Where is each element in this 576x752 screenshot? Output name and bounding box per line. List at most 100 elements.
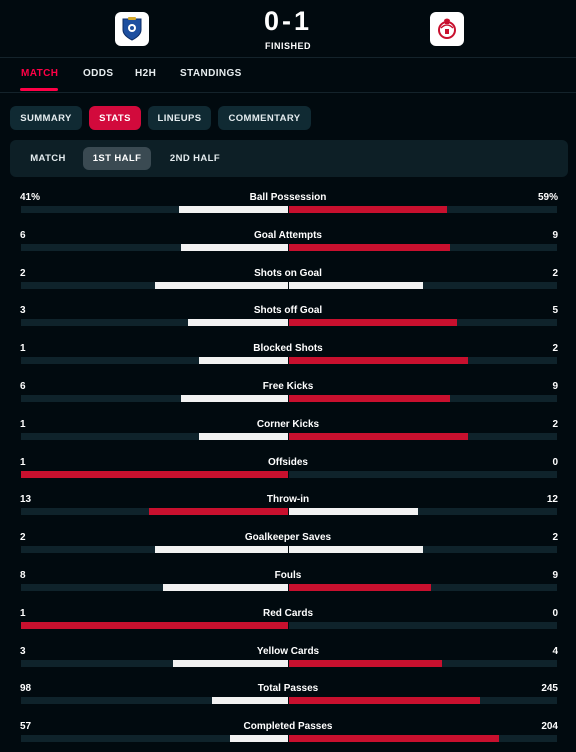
stat-label: Fouls — [274, 569, 302, 581]
subtab-commentary[interactable]: COMMENTARY — [218, 106, 311, 130]
stat-home-bar — [211, 697, 288, 705]
stat-home-bar — [187, 319, 288, 327]
stat-row: 98 Total Passes 245 — [0, 676, 576, 714]
period-selector: MATCH 1ST HALF 2ND HALF — [10, 140, 568, 177]
stat-home-track — [21, 735, 288, 743]
stat-away-bar — [289, 697, 481, 705]
stat-label: Yellow Cards — [256, 645, 320, 657]
stat-away-track — [289, 206, 557, 213]
stat-row: 41% Ball Possession 59% — [0, 185, 576, 223]
stat-away-track — [289, 470, 557, 478]
stat-home-bar — [21, 621, 288, 629]
match-score: 0-1 — [263, 6, 313, 36]
stat-home-bar — [154, 281, 288, 289]
stat-away-track — [289, 583, 557, 591]
stat-row: 13 Throw-in 12 — [0, 487, 576, 525]
period-2nd-half[interactable]: 2ND HALF — [158, 147, 232, 170]
stat-label: Throw-in — [266, 494, 310, 506]
match-header: 0-1 FINISHED — [0, 0, 576, 56]
stat-row: 2 Shots on Goal 2 — [0, 261, 576, 299]
tab-match[interactable]: MATCH — [21, 68, 58, 79]
stat-home-bar — [181, 394, 288, 402]
stat-home-bar — [21, 470, 288, 478]
stat-away-value: 4 — [552, 645, 558, 657]
stat-label: Shots off Goal — [253, 305, 323, 317]
stat-away-value: 5 — [552, 305, 558, 317]
stat-away-value: 0 — [552, 607, 558, 619]
stat-home-track — [21, 206, 288, 213]
tab-standings[interactable]: STANDINGS — [180, 68, 242, 79]
stat-away-bar — [289, 583, 432, 591]
stat-away-track — [289, 735, 557, 743]
stat-home-bar — [173, 659, 288, 667]
tab-h2h[interactable]: H2H — [135, 68, 156, 79]
stat-home-track — [21, 432, 288, 440]
stat-home-track — [21, 357, 288, 365]
stat-row: 8 Fouls 9 — [0, 563, 576, 601]
stat-home-track — [21, 621, 288, 629]
top-navigation: MATCH ODDS H2H STANDINGS — [0, 57, 576, 93]
subtab-stats[interactable]: STATS — [89, 106, 141, 130]
stat-away-bar — [289, 206, 448, 213]
stat-away-value: 0 — [552, 456, 558, 468]
stat-label: Completed Passes — [243, 721, 333, 733]
stat-away-value: 12 — [546, 494, 558, 506]
period-match[interactable]: MATCH — [20, 147, 76, 170]
stat-home-bar — [229, 735, 288, 743]
stats-list: 41% Ball Possession 59% 6 Goal Attempts 9 2 Sho… — [0, 185, 576, 752]
stat-label: Red Cards — [262, 607, 313, 619]
stat-row: 3 Yellow Cards 4 — [0, 639, 576, 677]
stat-home-bar — [149, 508, 288, 516]
stat-away-track — [289, 621, 557, 629]
tab-odds[interactable]: ODDS — [83, 68, 114, 79]
stat-away-track — [289, 659, 557, 667]
stat-away-bar — [289, 394, 450, 402]
stat-away-track — [289, 319, 557, 327]
stat-away-value: 9 — [552, 380, 558, 392]
stat-row: 1 Blocked Shots 2 — [0, 336, 576, 374]
stat-home-bar — [199, 357, 288, 365]
subtab-summary[interactable]: SUMMARY — [10, 106, 82, 130]
stat-away-value: 204 — [541, 721, 558, 733]
stat-away-track — [289, 546, 557, 554]
stat-away-track — [289, 394, 557, 402]
stat-home-bar — [199, 432, 288, 440]
stat-home-track — [21, 281, 288, 289]
match-status: FINISHED — [264, 41, 311, 51]
stat-away-bar — [289, 546, 423, 554]
benfica-crest-icon[interactable] — [430, 12, 464, 46]
stat-home-track — [21, 659, 288, 667]
stat-row: 1 Corner Kicks 2 — [0, 412, 576, 450]
period-1st-half[interactable]: 1ST HALF — [83, 147, 151, 170]
stat-away-bar — [289, 432, 468, 440]
stat-home-track — [21, 546, 288, 554]
stat-away-bar — [289, 735, 499, 743]
stat-home-track — [21, 583, 288, 591]
stat-row: 1 Offsides 0 — [0, 450, 576, 488]
stat-home-track — [21, 508, 288, 516]
stat-away-bar — [289, 659, 443, 667]
stat-row: 6 Goal Attempts 9 — [0, 223, 576, 261]
stat-away-track — [289, 697, 557, 705]
stat-label: Goal Attempts — [254, 229, 322, 241]
stat-home-track — [21, 394, 288, 402]
stat-home-bar — [178, 206, 288, 213]
stat-label: Total Passes — [257, 683, 319, 695]
stat-away-bar — [289, 508, 418, 516]
stat-away-bar — [289, 319, 457, 327]
stat-row: 1 Red Cards 0 — [0, 601, 576, 639]
stat-row: 3 Shots off Goal 5 — [0, 298, 576, 336]
stat-away-value: 2 — [552, 418, 558, 430]
stat-label: Corner Kicks — [256, 418, 320, 430]
sub-tabs: SUMMARY STATS LINEUPS COMMENTARY — [0, 106, 576, 142]
stat-row: 57 Completed Passes 204 — [0, 714, 576, 752]
stat-away-value: 2 — [552, 532, 558, 544]
stat-home-bar — [154, 546, 288, 554]
stat-away-track — [289, 243, 557, 251]
subtab-lineups[interactable]: LINEUPS — [148, 106, 211, 130]
stat-away-value: 9 — [552, 229, 558, 241]
active-tab-indicator — [20, 88, 58, 91]
stat-label: Goalkeeper Saves — [244, 532, 332, 544]
stat-row: 2 Goalkeeper Saves 2 — [0, 525, 576, 563]
stat-home-track — [21, 697, 288, 705]
